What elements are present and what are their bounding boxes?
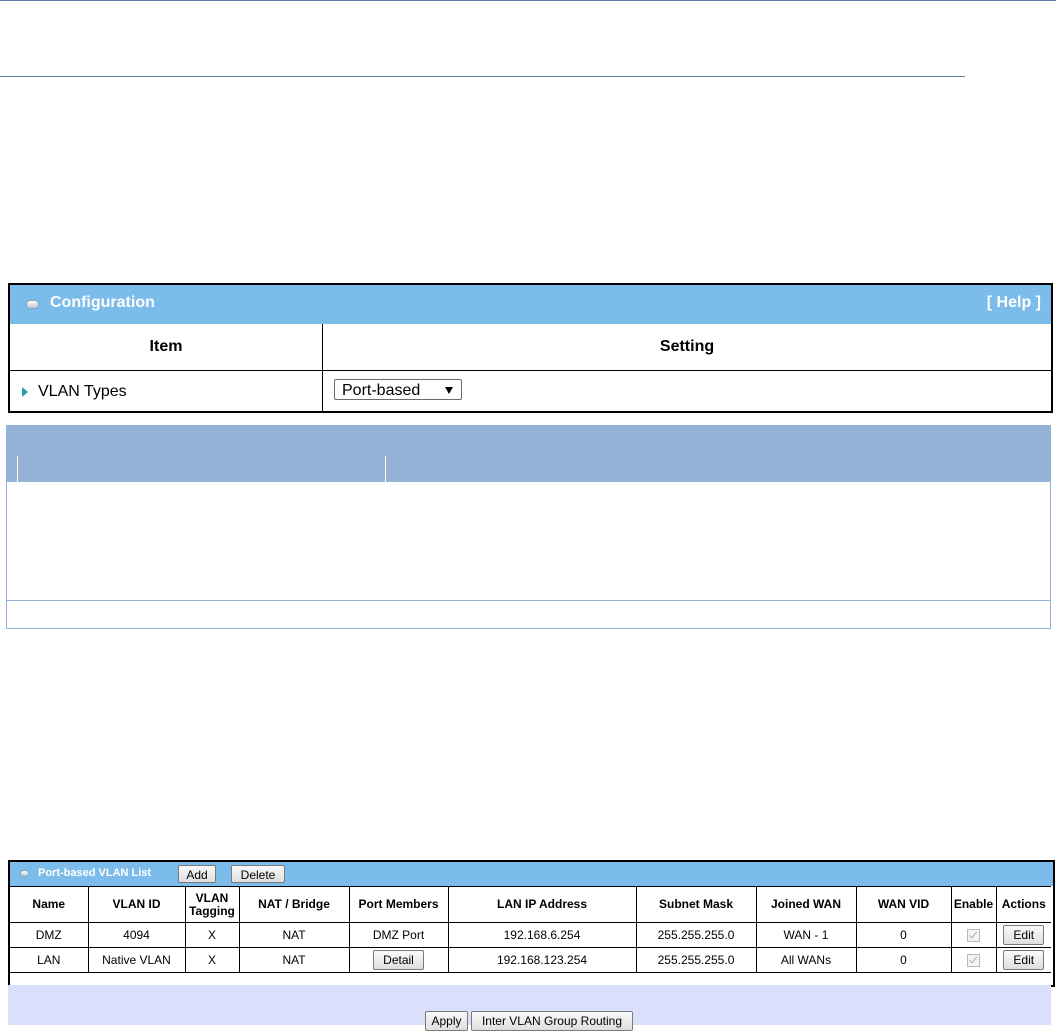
enable-checkbox[interactable] xyxy=(967,929,980,943)
section-divider xyxy=(0,76,965,77)
vlan-table-header-row: Name VLAN ID VLAN Tagging NAT / Bridge P… xyxy=(10,886,1051,923)
cell-port-members: Detail xyxy=(348,947,449,973)
cell-wan-vid: 0 xyxy=(855,947,952,973)
cell-enable xyxy=(950,922,997,948)
header-vlan-tagging: VLAN Tagging xyxy=(184,886,240,923)
cell-actions: Edit xyxy=(995,947,1051,973)
bullet-icon xyxy=(20,870,29,877)
vlan-types-row: VLAN Types Port-based xyxy=(10,371,1051,411)
header-port-members: Port Members xyxy=(348,886,449,923)
cell-joined-wan: WAN - 1 xyxy=(755,922,857,948)
header-enable: Enable xyxy=(950,886,997,923)
top-divider xyxy=(0,0,1056,1)
cell-name: DMZ xyxy=(10,922,89,948)
edit-button[interactable]: Edit xyxy=(1003,925,1045,945)
detail-button[interactable]: Detail xyxy=(373,950,424,970)
empty-table-row-divider xyxy=(7,600,1050,601)
bullet-icon xyxy=(26,300,39,309)
configuration-title: Configuration xyxy=(50,294,155,311)
header-nat-bridge: NAT / Bridge xyxy=(238,886,350,923)
help-link[interactable]: [ Help ] xyxy=(987,294,1041,312)
vlan-list-header: Port-based VLAN List Add Delete xyxy=(10,862,1053,886)
cell-vlan-id: 4094 xyxy=(87,922,186,948)
column-setting: Setting xyxy=(659,338,715,355)
vlan-list-panel: Port-based VLAN List Add Delete Name VLA… xyxy=(8,860,1055,987)
cell-vlan-tagging: X xyxy=(184,947,240,973)
cell-subnet-mask: 255.255.255.0 xyxy=(635,947,757,973)
configuration-header: Configuration [ Help ] xyxy=(10,285,1051,324)
vlan-list-footer: Apply Inter VLAN Group Routing xyxy=(8,985,1051,1031)
header-lan-ip: LAN IP Address xyxy=(447,886,637,923)
header-name: Name xyxy=(10,886,89,923)
enable-checkbox[interactable] xyxy=(967,954,980,968)
cell-nat-bridge: NAT xyxy=(238,947,350,973)
vlan-types-label: VLAN Types xyxy=(38,383,127,400)
empty-table-header xyxy=(7,426,1050,482)
table-row: DMZ 4094 X NAT DMZ Port 192.168.6.254 25… xyxy=(10,922,1051,948)
edit-button[interactable]: Edit xyxy=(1003,950,1045,970)
header-joined-wan: Joined WAN xyxy=(755,886,857,923)
header-actions: Actions xyxy=(995,886,1051,923)
header-wan-vid: WAN VID xyxy=(855,886,952,923)
header-left-divider xyxy=(17,456,18,482)
cell-vlan-id: Native VLAN xyxy=(87,947,186,973)
cell-vlan-tagging: X xyxy=(184,922,240,948)
vlan-types-selected-value: Port-based xyxy=(342,382,421,399)
cell-lan-ip: 192.168.123.254 xyxy=(447,947,637,973)
table-row: LAN Native VLAN X NAT Detail 192.168.123… xyxy=(10,947,1051,973)
cell-subnet-mask: 255.255.255.0 xyxy=(635,922,757,948)
vlan-types-select[interactable]: Port-based xyxy=(334,379,462,400)
vlan-table: Name VLAN ID VLAN Tagging NAT / Bridge P… xyxy=(10,886,1051,973)
header-column-divider xyxy=(385,456,386,482)
delete-button[interactable]: Delete xyxy=(231,865,285,883)
cell-joined-wan: All WANs xyxy=(755,947,857,973)
cell-name: LAN xyxy=(10,947,89,973)
header-subnet-mask: Subnet Mask xyxy=(635,886,757,923)
cell-port-members: DMZ Port xyxy=(348,922,449,948)
cell-enable xyxy=(950,947,997,973)
triangle-right-icon xyxy=(22,387,28,397)
cell-wan-vid: 0 xyxy=(855,922,952,948)
header-vlan-id: VLAN ID xyxy=(87,886,186,923)
cell-lan-ip: 192.168.6.254 xyxy=(447,922,637,948)
cell-nat-bridge: NAT xyxy=(238,922,350,948)
cell-actions: Edit xyxy=(995,922,1051,948)
apply-button[interactable]: Apply xyxy=(425,1011,468,1031)
vlan-types-item-cell: VLAN Types xyxy=(10,371,323,411)
column-item: Item xyxy=(10,324,323,370)
configuration-panel: Configuration [ Help ] Item Setting VLAN… xyxy=(8,283,1053,413)
empty-table xyxy=(6,425,1051,629)
configuration-column-headers: Item Setting xyxy=(10,324,1051,371)
vlan-list-title: Port-based VLAN List xyxy=(38,867,152,879)
caret-down-icon xyxy=(445,387,453,394)
inter-vlan-group-routing-button[interactable]: Inter VLAN Group Routing xyxy=(471,1011,633,1031)
add-button[interactable]: Add xyxy=(178,865,216,883)
